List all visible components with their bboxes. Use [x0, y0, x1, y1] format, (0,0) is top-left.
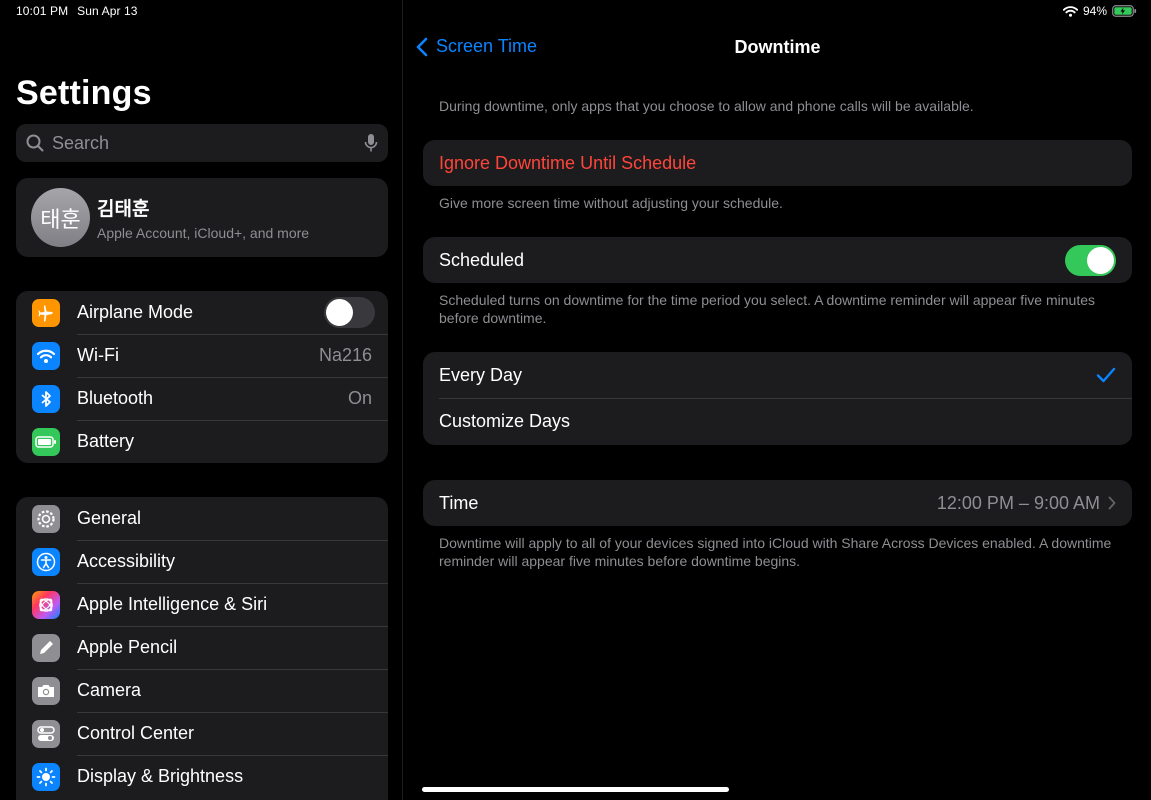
bluetooth-icon	[32, 384, 60, 413]
every-day-label: Every Day	[439, 364, 523, 385]
sidebar-item-wifi[interactable]: Wi-Fi Na216	[16, 334, 388, 377]
camera-icon	[32, 676, 60, 705]
status-date: Sun Apr 13	[77, 4, 138, 18]
search-icon	[26, 134, 44, 152]
sidebar-item-display-brightness[interactable]: Display & Brightness	[16, 755, 388, 798]
sidebar-item-label: General	[77, 508, 142, 528]
sidebar-item-bluetooth[interactable]: Bluetooth On	[16, 377, 388, 420]
sidebar-item-label: Bluetooth	[77, 388, 154, 408]
airplane-mode-toggle[interactable]	[324, 297, 375, 328]
scheduled-toggle[interactable]	[1065, 244, 1116, 276]
customize-days-option[interactable]: Customize Days	[423, 398, 1132, 445]
search-placeholder: Search	[52, 132, 110, 153]
toggle-knob	[1087, 246, 1114, 274]
wifi-network-value: Na216	[318, 345, 372, 365]
downtime-detail-pane: 94% Screen Time Downtime During downtime…	[404, 0, 1151, 800]
avatar: 태훈	[31, 188, 90, 247]
accessibility-icon	[32, 547, 60, 576]
general-settings-group: General Accessibility Apple Intelligence…	[16, 497, 388, 800]
sidebar-item-label: Accessibility	[77, 551, 176, 571]
page-title: Settings	[16, 74, 152, 112]
time-label: Time	[439, 492, 479, 513]
battery-icon	[32, 427, 60, 456]
airplane-icon	[32, 298, 60, 327]
search-field[interactable]: Search	[16, 124, 388, 162]
status-time: 10:01 PM	[16, 4, 69, 18]
scheduled-footer: Scheduled turns on downtime for the time…	[439, 292, 1096, 326]
sidebar-item-camera[interactable]: Camera	[16, 669, 388, 712]
checkmark-icon	[1096, 367, 1116, 383]
status-bar-right: 94%	[1062, 4, 1137, 18]
nav-title: Downtime	[734, 37, 821, 57]
sidebar-item-label: Camera	[77, 680, 142, 700]
scheduled-label: Scheduled	[439, 249, 525, 270]
sidebar-item-label: Control Center	[77, 723, 195, 743]
sidebar-item-label: Wi-Fi	[77, 345, 119, 365]
ignore-downtime-footer: Give more screen time without adjusting …	[439, 195, 783, 211]
bluetooth-status-value: On	[347, 388, 372, 408]
sidebar-item-apple-pencil[interactable]: Apple Pencil	[16, 626, 388, 669]
connectivity-group: Airplane Mode Wi-Fi Na216 Bluetooth On B…	[16, 291, 388, 463]
every-day-option[interactable]: Every Day	[423, 352, 1132, 398]
downtime-intro-text: During downtime, only apps that you choo…	[439, 98, 974, 114]
scheduled-card: Scheduled	[423, 237, 1132, 283]
scheduled-row: Scheduled	[423, 237, 1132, 283]
profile-name: 김태훈	[97, 199, 150, 220]
customize-days-label: Customize Days	[439, 411, 571, 431]
ignore-downtime-button[interactable]: Ignore Downtime Until Schedule	[423, 140, 1132, 186]
sidebar-item-label: Apple Intelligence & Siri	[77, 594, 268, 614]
sidebar-item-label: Airplane Mode	[77, 302, 194, 322]
profile-subtitle: Apple Account, iCloud+, and more	[97, 225, 310, 241]
time-range-value: 12:00 PM – 9:00 AM	[936, 492, 1100, 513]
sidebar-item-label: Display & Brightness	[77, 766, 244, 786]
sidebar-item-apple-intelligence-siri[interactable]: Apple Intelligence & Siri	[16, 583, 388, 626]
wifi-icon	[32, 341, 60, 370]
sidebar-item-accessibility[interactable]: Accessibility	[16, 540, 388, 583]
time-footer: Downtime will apply to all of your devic…	[439, 535, 1112, 569]
sidebar-item-airplane-mode[interactable]: Airplane Mode	[16, 291, 388, 334]
ignore-downtime-label: Ignore Downtime Until Schedule	[439, 152, 697, 173]
time-card: Time 12:00 PM – 9:00 AM	[423, 480, 1132, 526]
siri-icon	[32, 590, 60, 619]
schedule-days-card: Every Day Customize Days	[423, 352, 1132, 445]
gear-icon	[32, 504, 60, 533]
account-profile-card[interactable]: 태훈 김태훈 Apple Account, iCloud+, and more	[16, 178, 388, 257]
sun-icon	[32, 762, 60, 791]
chevron-right-icon	[1108, 496, 1116, 510]
ignore-downtime-card: Ignore Downtime Until Schedule	[423, 140, 1132, 186]
time-row[interactable]: Time 12:00 PM – 9:00 AM	[423, 480, 1132, 526]
wifi-status-icon	[1062, 5, 1078, 17]
battery-charging-icon	[1112, 5, 1137, 17]
sidebar-item-label: Battery	[77, 431, 135, 451]
microphone-icon[interactable]	[364, 133, 378, 153]
toggle-knob	[326, 299, 353, 326]
sidebar-item-battery[interactable]: Battery	[16, 420, 388, 463]
home-indicator[interactable]	[422, 787, 729, 792]
status-bar-left: 10:01 PM Sun Apr 13	[16, 4, 138, 18]
pencil-icon	[32, 633, 60, 662]
control-center-icon	[32, 719, 60, 748]
sidebar-item-control-center[interactable]: Control Center	[16, 712, 388, 755]
settings-sidebar: 10:01 PM Sun Apr 13 Settings Search 태훈 김태…	[0, 0, 403, 800]
sidebar-item-general[interactable]: General	[16, 497, 388, 540]
battery-percentage: 94%	[1082, 4, 1107, 18]
sidebar-item-label: Apple Pencil	[77, 637, 178, 657]
